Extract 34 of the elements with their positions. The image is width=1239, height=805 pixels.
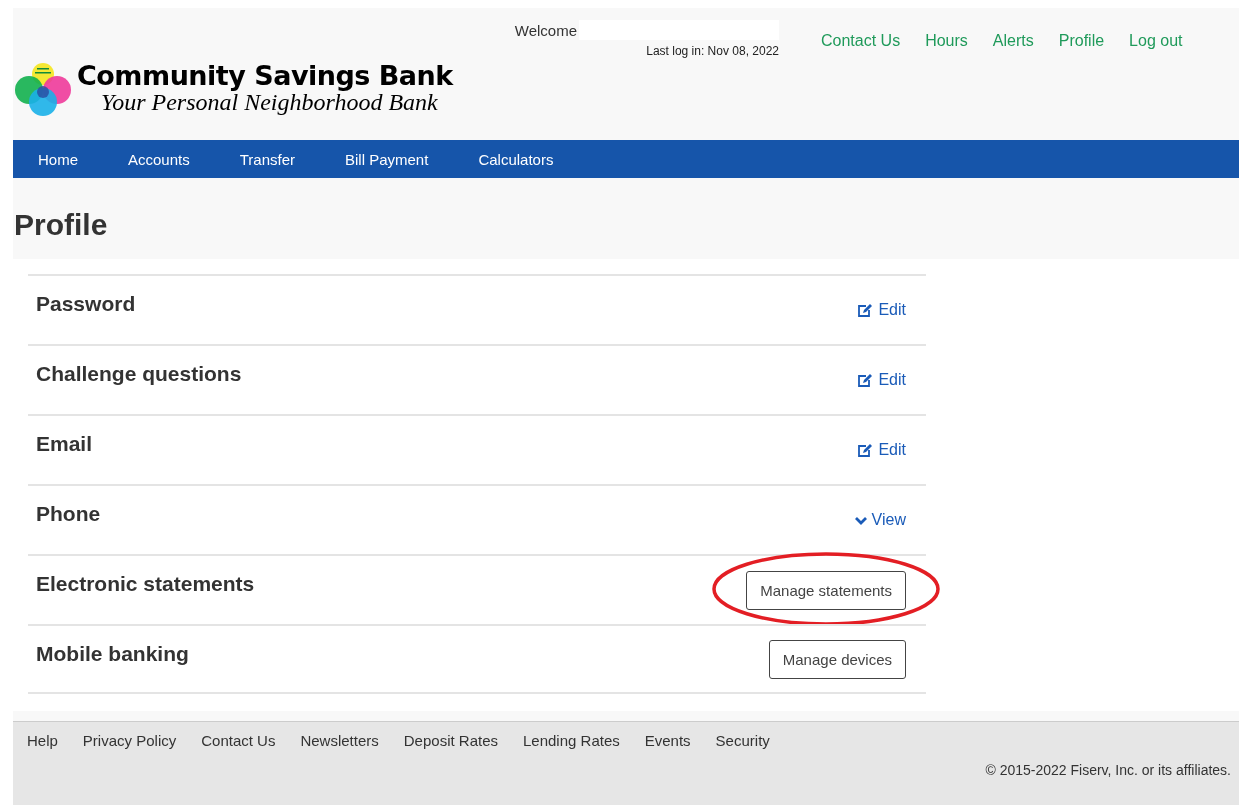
edit-icon [857,302,874,318]
chevron-down-icon [854,515,867,525]
setting-label: Phone [36,502,101,526]
edit-icon [857,442,874,458]
edit-link[interactable]: Edit [857,371,906,389]
edit-link[interactable]: Edit [857,441,906,459]
setting-label: Challenge questions [36,362,242,386]
welcome-text: Welcome [514,21,577,39]
edit-link[interactable]: Edit [857,301,906,319]
footer-link[interactable]: Help [27,732,58,749]
nav-item[interactable]: Transfer [239,150,295,168]
footer-link[interactable]: Privacy Policy [82,732,177,749]
nav-item[interactable]: Bill Payment [345,150,429,168]
edit-icon [857,372,874,388]
bank-name: Community Savings Bank [77,60,453,91]
setting-label: Email [36,432,93,456]
setting-label: Mobile banking [36,642,189,666]
footer-link[interactable]: Newsletters [300,732,379,749]
footer-link[interactable]: Events [644,732,691,749]
manage-button[interactable]: Manage devices [768,639,906,679]
setting-label: Password [36,292,136,316]
setting-label: Electronic statements [36,572,255,596]
copyright-text: © 2015-2022 Fiserv, Inc. or its affiliates. [985,762,1231,778]
nav-item[interactable]: Accounts [128,150,190,168]
nav-item[interactable]: Home [38,150,78,168]
footer-link[interactable]: Security [715,732,770,749]
footer-link[interactable]: Deposit Rates [403,732,498,749]
manage-button[interactable]: Manage statements [746,570,906,610]
footer-link[interactable]: Contact Us [201,732,276,749]
nav-item[interactable]: Calculators [478,150,554,168]
view-link[interactable]: View [854,511,906,529]
page-title: Profile [14,208,109,242]
last-login-text: Last log in: Nov 08, 2022 [646,44,779,58]
footer-link[interactable]: Lending Rates [523,732,620,749]
